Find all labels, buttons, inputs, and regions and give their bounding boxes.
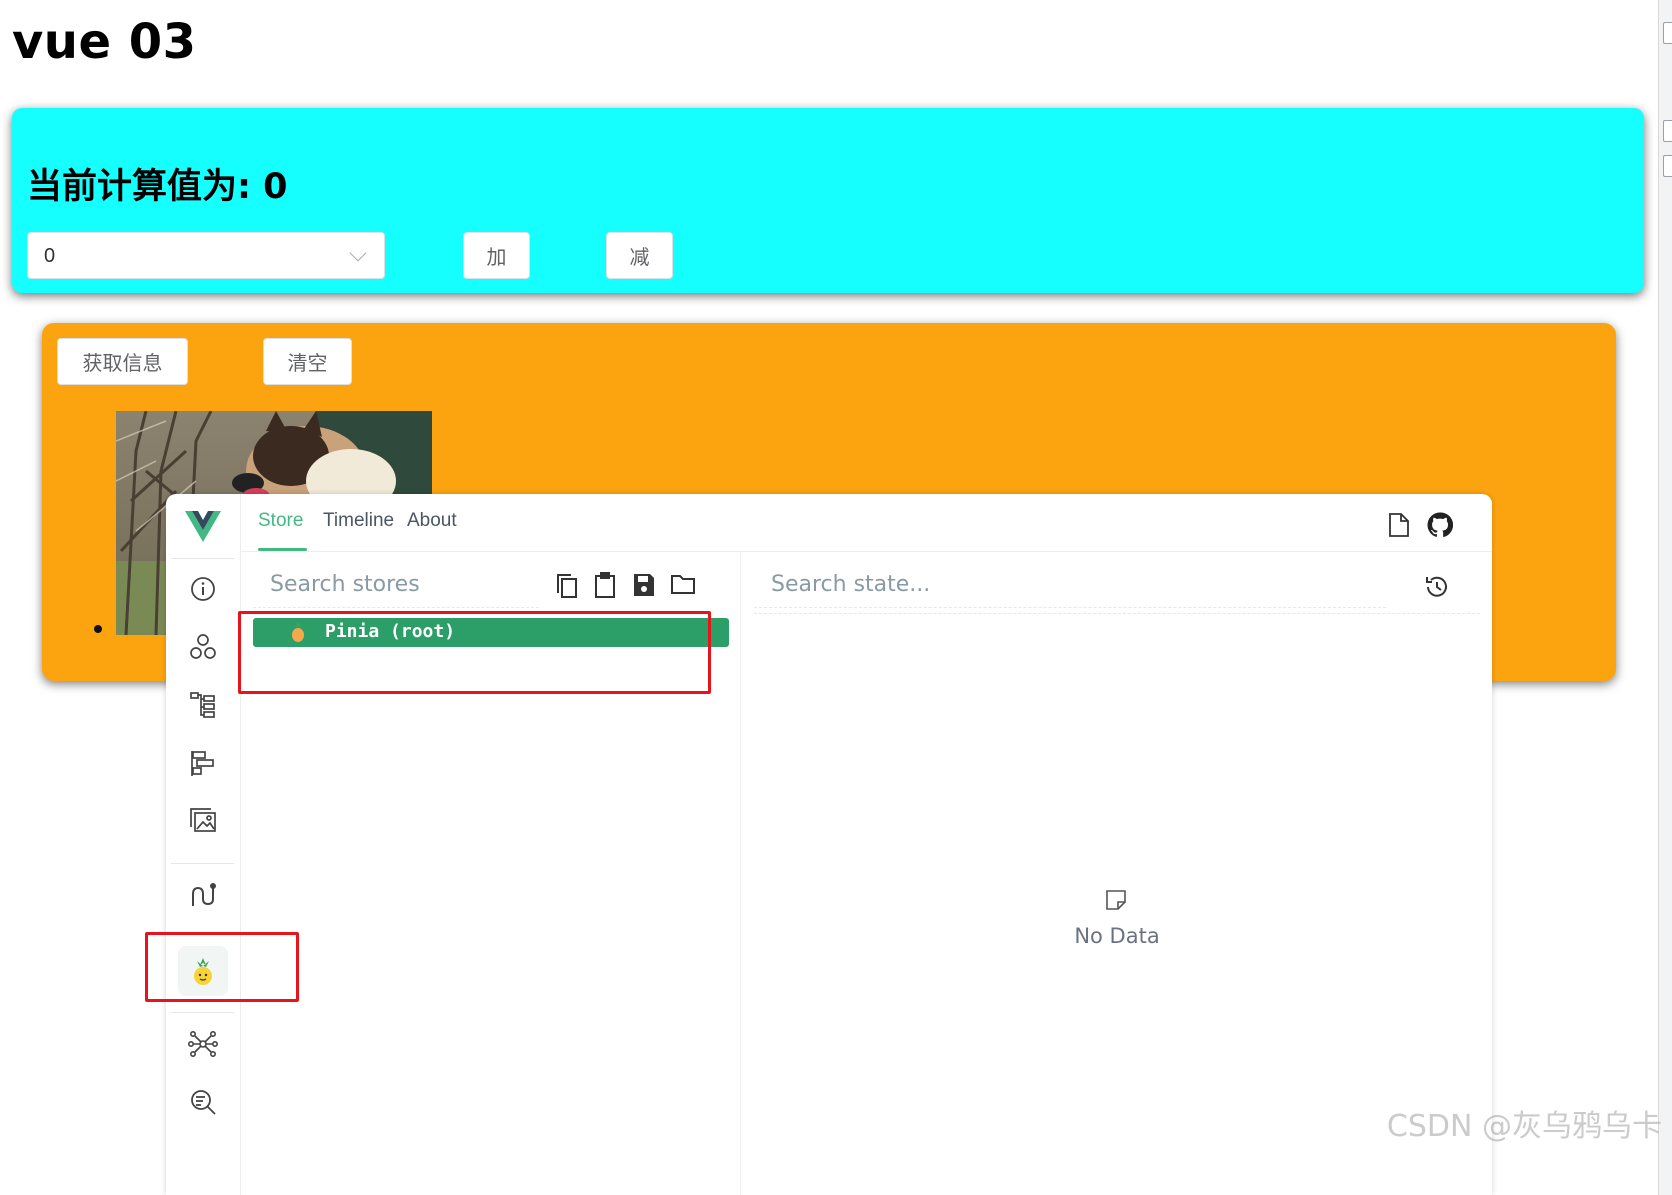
assets-icon[interactable] xyxy=(188,806,218,836)
active-tab-indicator xyxy=(258,548,307,551)
annotation-box-store xyxy=(238,611,711,694)
save-icon[interactable] xyxy=(632,572,656,603)
sidebar-divider xyxy=(171,558,234,559)
subtract-button[interactable]: 减 xyxy=(606,232,673,279)
timeline-icon[interactable] xyxy=(188,748,218,778)
state-pane: Search state... No Data xyxy=(742,552,1492,1195)
inspect-icon[interactable] xyxy=(188,1087,218,1117)
strip-marker xyxy=(1663,22,1672,44)
browser-right-strip xyxy=(1658,0,1672,1195)
routes-icon[interactable] xyxy=(188,881,218,911)
clear-button[interactable]: 清空 xyxy=(263,338,352,385)
sidebar-divider xyxy=(171,863,234,864)
copy-icon[interactable] xyxy=(554,572,580,605)
graph-icon[interactable] xyxy=(188,1029,218,1059)
search-stores-field[interactable]: Search stores xyxy=(253,564,539,608)
search-state-input[interactable]: Search state... xyxy=(771,572,930,597)
sidebar-divider xyxy=(171,1012,234,1013)
history-icon[interactable] xyxy=(1424,574,1450,605)
vue-logo-icon[interactable] xyxy=(185,509,221,545)
strip-marker xyxy=(1663,155,1672,177)
component-tree-icon[interactable] xyxy=(188,690,218,720)
folder-icon[interactable] xyxy=(670,573,696,600)
info-icon[interactable] xyxy=(188,574,218,604)
add-button[interactable]: 加 xyxy=(463,232,530,279)
tab-about[interactable]: About xyxy=(407,510,457,532)
list-bullet xyxy=(94,625,102,633)
tab-store[interactable]: Store xyxy=(258,510,303,532)
counter-panel: 当前计算值为: 0 0 加 减 xyxy=(12,108,1644,293)
number-select[interactable]: 0 xyxy=(27,232,385,279)
empty-note-icon xyxy=(1104,888,1128,917)
vue-devtools-panel: Store Timeline About Search stores Pinia… xyxy=(166,494,1492,1195)
get-info-button[interactable]: 获取信息 xyxy=(57,338,188,385)
page-title: vue 03 xyxy=(12,14,197,70)
clipboard-icon[interactable] xyxy=(593,571,617,604)
state-divider xyxy=(754,613,1480,614)
tab-timeline[interactable]: Timeline xyxy=(323,510,394,532)
number-select-value: 0 xyxy=(44,245,56,267)
strip-marker xyxy=(1663,120,1672,142)
document-icon[interactable] xyxy=(1388,512,1410,543)
counter-title: 当前计算值为: 0 xyxy=(27,167,288,207)
search-state-field[interactable]: Search state... xyxy=(754,564,1386,608)
github-icon[interactable] xyxy=(1427,512,1454,543)
annotation-box-pinia-tab xyxy=(145,932,299,1002)
chevron-down-icon xyxy=(349,244,367,262)
devtools-sidebar xyxy=(166,494,241,1195)
no-data-label: No Data xyxy=(1074,924,1160,948)
search-stores-input[interactable]: Search stores xyxy=(270,572,420,597)
watermark: CSDN @灰乌鸦乌卡 xyxy=(1386,1109,1662,1144)
devtools-topbar: Store Timeline About xyxy=(241,494,1492,552)
components-icon[interactable] xyxy=(188,632,218,662)
